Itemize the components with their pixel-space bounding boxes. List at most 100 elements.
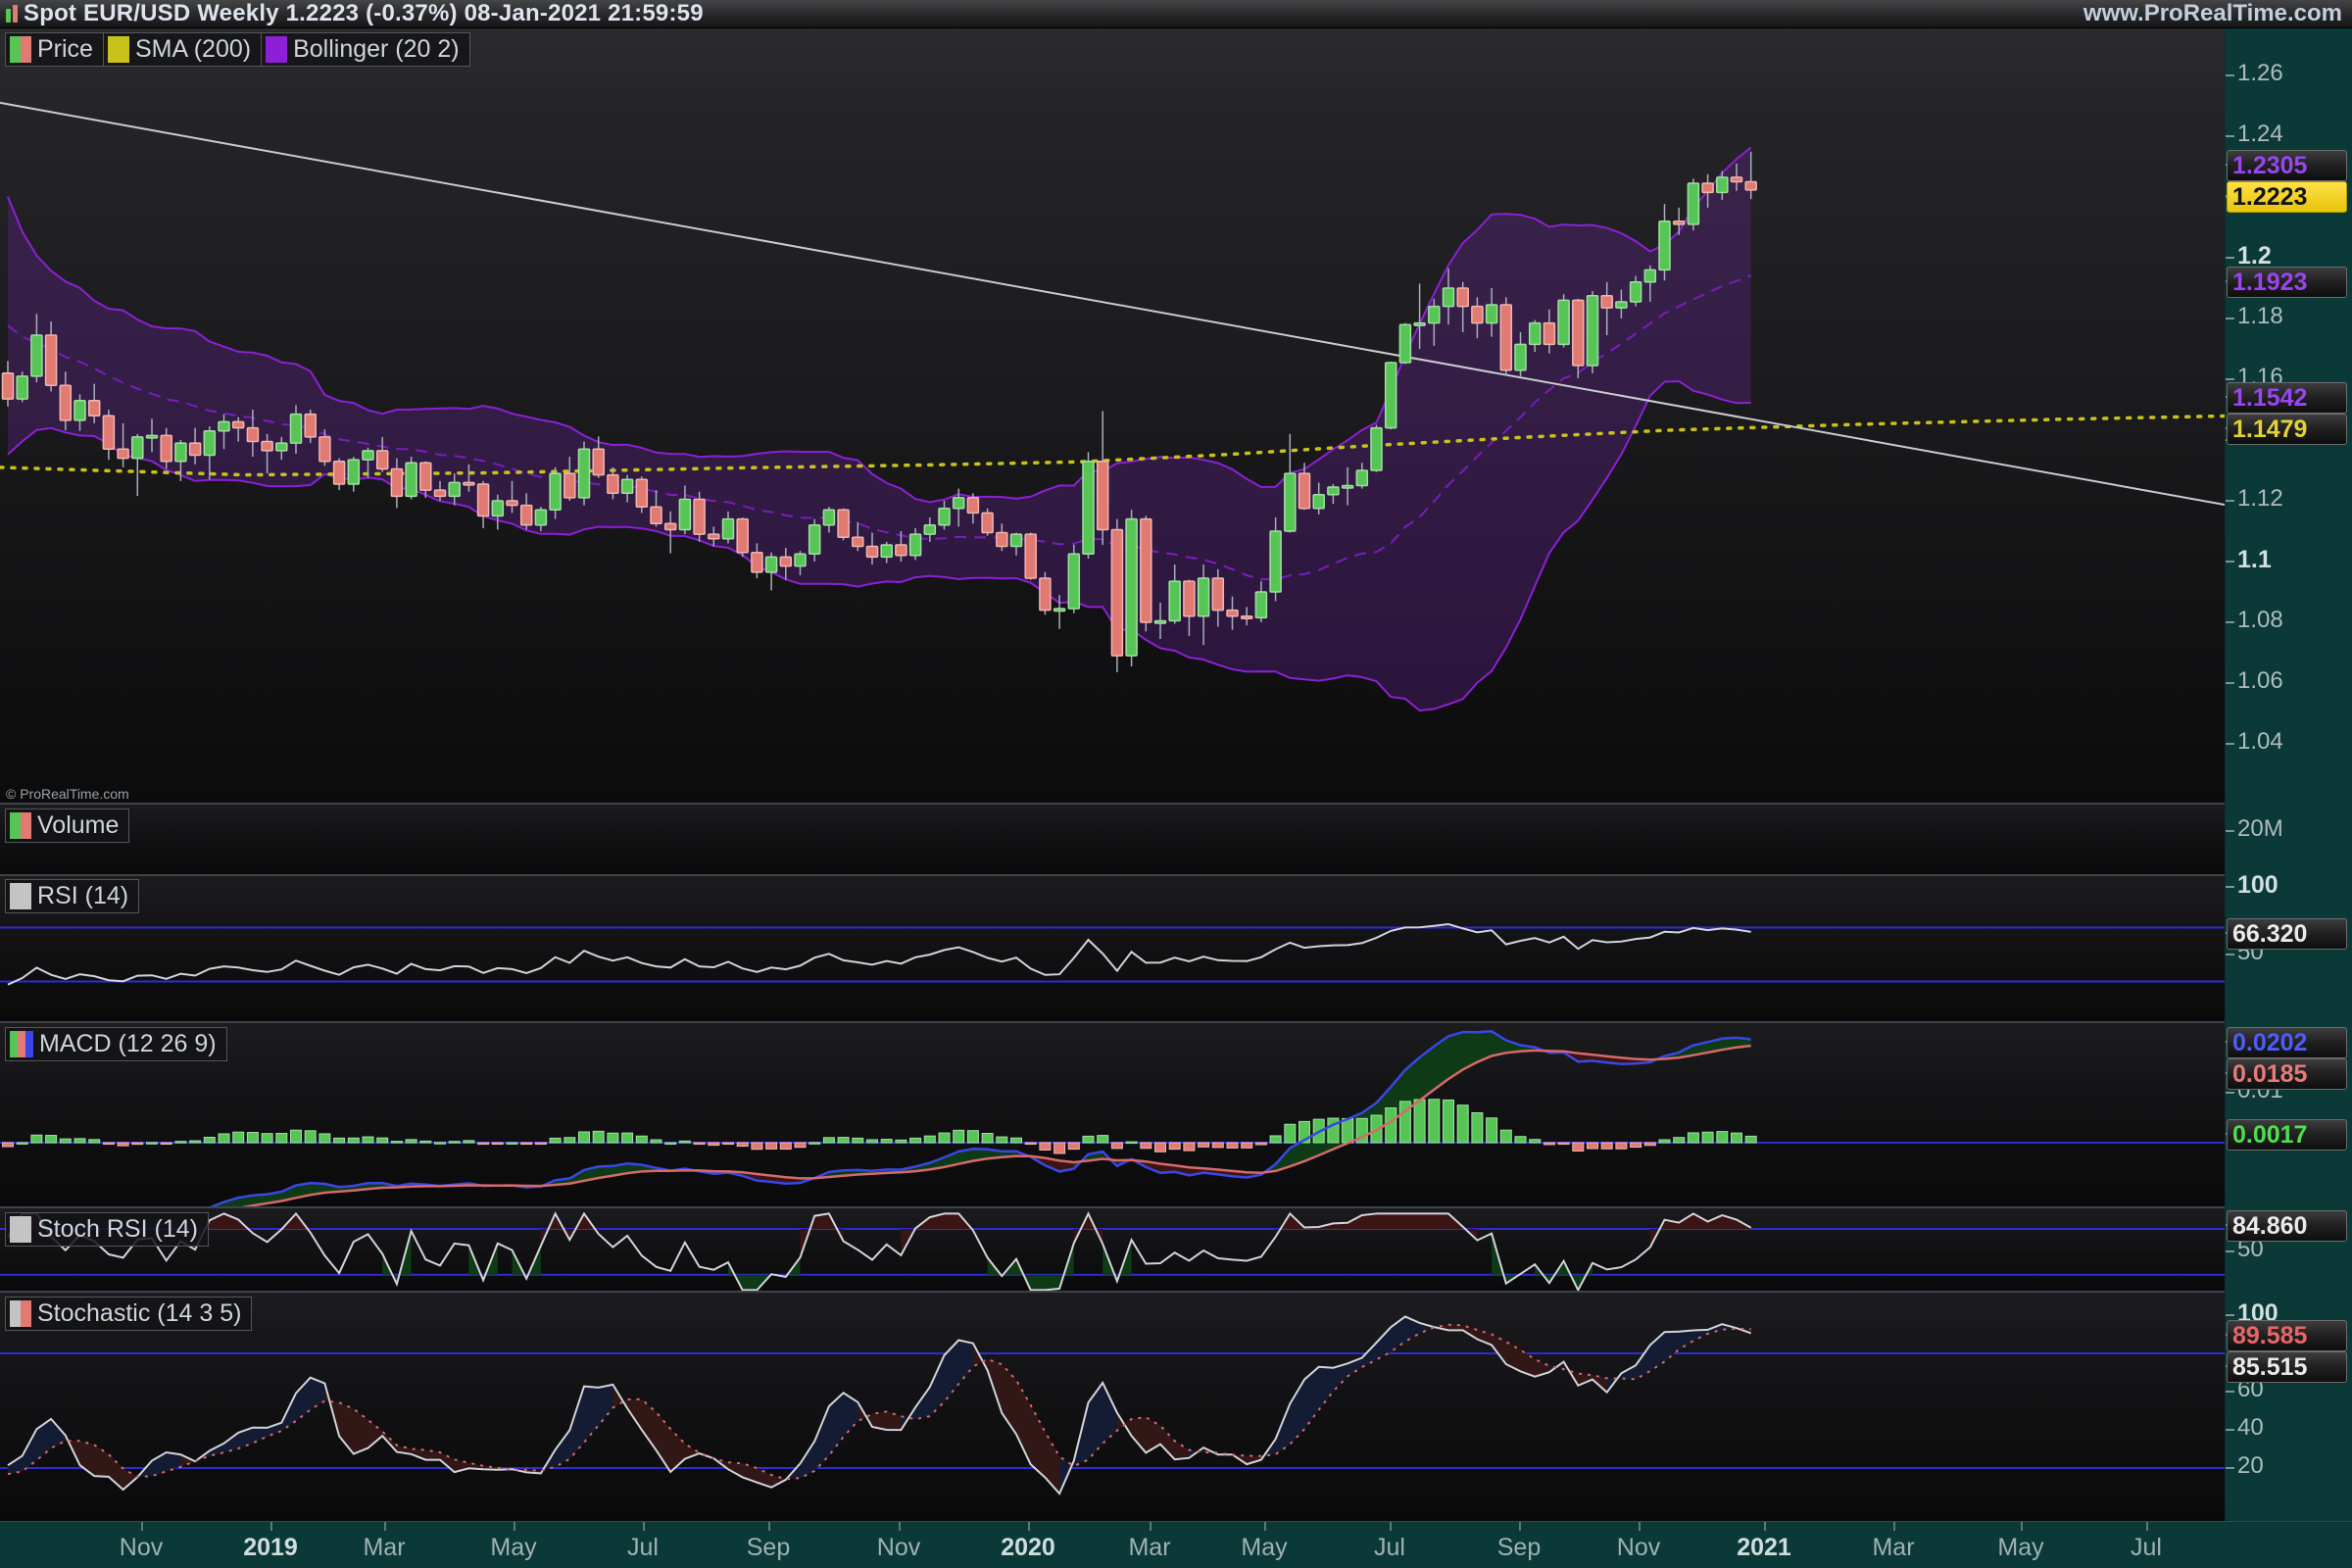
axis-badge: 0.0185 xyxy=(2227,1058,2347,1090)
time-label: Jul xyxy=(1346,1534,1434,1562)
axis-tick-mark xyxy=(2226,682,2234,684)
price-axis[interactable]: 1.261.241.221.21.181.161.141.121.11.081.… xyxy=(2225,27,2352,1521)
axis-tick-mark xyxy=(2226,1314,2234,1316)
axis-tick-mark xyxy=(2226,74,2234,76)
axis-tick-mark xyxy=(2226,1467,2234,1469)
price-tick: 1.18 xyxy=(2237,303,2283,330)
legend-sma[interactable]: SMA (200) xyxy=(103,32,262,67)
time-label: Jul xyxy=(2102,1534,2190,1562)
time-tick-mark xyxy=(1893,1522,1895,1531)
panel-divider[interactable] xyxy=(0,1206,2225,1208)
legend-stochastic[interactable]: Stochastic (14 3 5) xyxy=(5,1297,252,1331)
axis-tick-mark xyxy=(2226,1391,2234,1393)
rsi-tick: 100 xyxy=(2237,871,2278,900)
time-label: Nov xyxy=(1594,1534,1683,1562)
panel-divider[interactable] xyxy=(0,874,2225,876)
stoch-rsi-panel[interactable] xyxy=(0,1207,2225,1292)
rsi-swatch-icon xyxy=(10,883,31,909)
trading-chart-window: 1.261.241.221.21.181.161.141.121.11.081.… xyxy=(0,0,2352,1568)
panel-divider[interactable] xyxy=(0,803,2225,805)
axis-tick-mark xyxy=(2226,830,2234,832)
legend-rsi[interactable]: RSI (14) xyxy=(5,879,139,913)
macd-legend: MACD (12 26 9) xyxy=(6,1027,227,1061)
axis-badge: 66.320 xyxy=(2227,918,2347,950)
stochastic-swatch-icon xyxy=(10,1300,31,1327)
time-tick-mark xyxy=(768,1522,770,1531)
legend-macd[interactable]: MACD (12 26 9) xyxy=(5,1027,227,1061)
time-label: Jul xyxy=(599,1534,687,1562)
site-link[interactable]: www.ProRealTime.com xyxy=(2083,0,2342,27)
volume-panel[interactable] xyxy=(0,804,2225,875)
time-tick-mark xyxy=(1264,1522,1266,1531)
panel-divider[interactable] xyxy=(0,1291,2225,1293)
axis-tick-mark xyxy=(2226,1429,2234,1431)
axis-badge: 1.1923 xyxy=(2227,267,2347,298)
time-label: Nov xyxy=(855,1534,943,1562)
sma-swatch-icon xyxy=(108,36,129,63)
legend-label: SMA (200) xyxy=(135,35,251,64)
time-label: 2021 xyxy=(1720,1534,1808,1562)
legend-price[interactable]: Price xyxy=(5,32,104,67)
time-tick-mark xyxy=(384,1522,386,1531)
rsi-panel[interactable] xyxy=(0,875,2225,1022)
time-label: Sep xyxy=(724,1534,812,1562)
legend-stoch-rsi[interactable]: Stoch RSI (14) xyxy=(5,1212,209,1247)
macd-swatch-icon xyxy=(10,1031,33,1057)
axis-badge: 0.0202 xyxy=(2227,1027,2347,1058)
time-label: May xyxy=(469,1534,558,1562)
time-label: Nov xyxy=(97,1534,185,1562)
price-tick: 1.12 xyxy=(2237,485,2283,513)
time-tick-mark xyxy=(1764,1522,1766,1531)
legend-volume[interactable]: Volume xyxy=(5,808,129,843)
time-axis[interactable]: Nov2019MarMayJulSepNov2020MarMayJulSepNo… xyxy=(0,1521,2352,1568)
legend-label: RSI (14) xyxy=(37,882,128,910)
window-title: Spot EUR/USD Weekly 1.2223 (-0.37%) 08-J… xyxy=(24,0,704,27)
axis-badge: 1.2305 xyxy=(2227,150,2347,181)
time-label: May xyxy=(1977,1534,2065,1562)
price-tick: 1.04 xyxy=(2237,728,2283,756)
legend-bollinger[interactable]: Bollinger (20 2) xyxy=(261,32,470,67)
time-label: Mar xyxy=(1105,1534,1194,1562)
axis-badge: 1.1542 xyxy=(2227,382,2347,414)
bollinger-swatch-icon xyxy=(266,36,287,63)
price-legend: Price SMA (200) Bollinger (20 2) xyxy=(6,32,470,67)
price-tick: 1.1 xyxy=(2237,546,2272,574)
volume-tick: 20M xyxy=(2237,815,2283,843)
axis-badge: 0.0017 xyxy=(2227,1119,2347,1151)
axis-tick-mark xyxy=(2226,1092,2234,1094)
time-label: 2020 xyxy=(984,1534,1072,1562)
stochastic-tick: 40 xyxy=(2237,1414,2264,1442)
time-tick-mark xyxy=(1390,1522,1392,1531)
time-tick-mark xyxy=(141,1522,143,1531)
axis-tick-mark xyxy=(2226,257,2234,259)
price-tick: 1.08 xyxy=(2237,607,2283,634)
time-tick-mark xyxy=(270,1522,272,1531)
panel-divider[interactable] xyxy=(0,1021,2225,1023)
axis-badge: 89.585 xyxy=(2227,1320,2347,1351)
candlestick-icon xyxy=(6,5,18,23)
time-tick-mark xyxy=(514,1522,515,1531)
stochastic-panel[interactable] xyxy=(0,1292,2225,1521)
time-label: Sep xyxy=(1475,1534,1563,1562)
legend-label: Stochastic (14 3 5) xyxy=(37,1299,241,1328)
legend-label: MACD (12 26 9) xyxy=(39,1030,217,1058)
axis-tick-mark xyxy=(2226,886,2234,888)
legend-label: Price xyxy=(37,35,93,64)
axis-badge: 85.515 xyxy=(2227,1351,2347,1383)
macd-panel[interactable] xyxy=(0,1022,2225,1207)
price-tick: 1.24 xyxy=(2237,121,2283,148)
time-tick-mark xyxy=(899,1522,901,1531)
axis-tick-mark xyxy=(2226,378,2234,380)
stoch-rsi-swatch-icon xyxy=(10,1216,31,1243)
price-panel[interactable] xyxy=(0,27,2225,804)
axis-tick-mark xyxy=(2226,621,2234,623)
time-tick-mark xyxy=(2021,1522,2023,1531)
time-tick-mark xyxy=(1639,1522,1641,1531)
price-swatch-icon xyxy=(10,36,31,63)
title-bar: Spot EUR/USD Weekly 1.2223 (-0.37%) 08-J… xyxy=(0,0,2352,28)
time-label: May xyxy=(1220,1534,1308,1562)
axis-tick-mark xyxy=(2226,561,2234,563)
axis-tick-mark xyxy=(2226,135,2234,137)
time-label: 2019 xyxy=(226,1534,315,1562)
axis-tick-mark xyxy=(2226,1250,2234,1252)
